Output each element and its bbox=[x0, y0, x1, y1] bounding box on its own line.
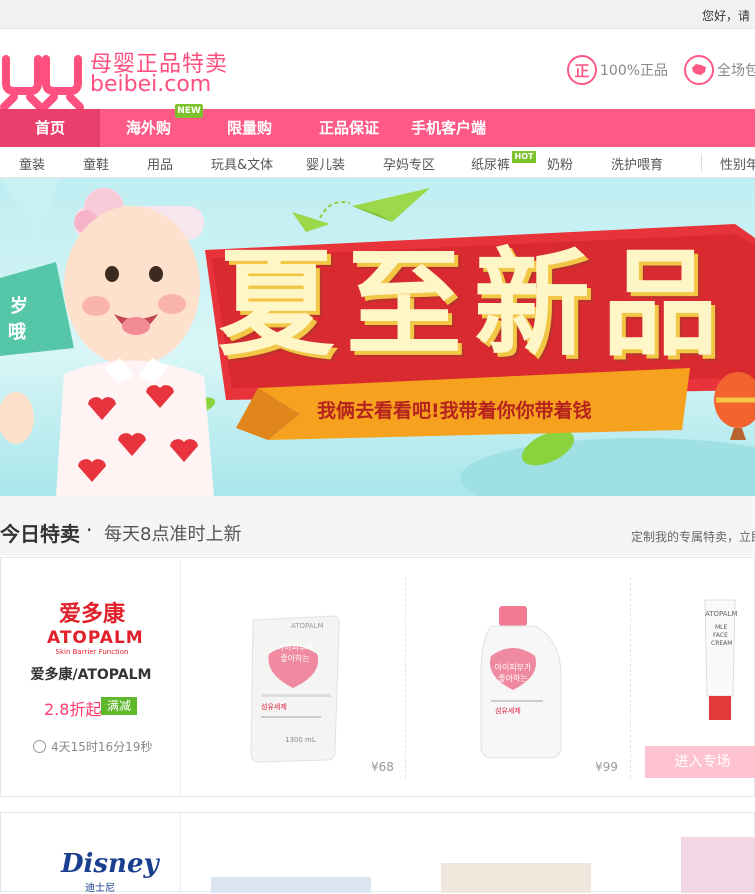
countdown: 4天15时16分19秒 bbox=[33, 738, 152, 755]
banner-side-text-2: 哦 bbox=[8, 322, 26, 343]
enter-special-button[interactable]: 进入专场 bbox=[645, 746, 755, 778]
countdown-text: 4天15时16分19秒 bbox=[51, 740, 153, 754]
todays-sale-header: 今日特卖 · 每天8点准时上新 定制我的专属特卖，立即 bbox=[0, 496, 755, 556]
shipping-badge: 全场包 bbox=[684, 55, 755, 85]
pouch-volume: 1300 mL bbox=[285, 736, 316, 744]
banner-ribbon-text: 我俩去看看吧!我带着你你带着钱 bbox=[317, 400, 592, 422]
shipping-badge-label: 全场包 bbox=[717, 63, 755, 79]
authentic-badge-label: 100%正品 bbox=[600, 63, 669, 79]
full-reduction-tag: 满减 bbox=[101, 697, 137, 715]
category-formula[interactable]: 奶粉 bbox=[547, 154, 573, 173]
bottle-label: 아이피부가 좋아하는 bbox=[494, 663, 532, 683]
brand-logo-tagline: Skin Barrier Function bbox=[55, 648, 129, 656]
nav-item-mobile-app[interactable]: 手机客户端 bbox=[411, 109, 486, 147]
new-badge: NEW bbox=[175, 104, 203, 118]
greeting-text: 您好， bbox=[702, 9, 739, 23]
product-divider bbox=[405, 578, 406, 778]
product-divider bbox=[630, 578, 631, 778]
category-care-feeding[interactable]: 洗护喂育 bbox=[611, 154, 663, 173]
todays-sale-subtitle: 每天8点准时上新 bbox=[104, 524, 242, 545]
authentic-badge: 正 100%正品 bbox=[567, 55, 668, 85]
site-header: 母婴正品特卖 beibei.com 正 100%正品 全场包 bbox=[0, 29, 755, 111]
beibei-logo-icon[interactable] bbox=[0, 45, 84, 115]
deal-card[interactable]: 爱多康 ATOPALM Skin Barrier Function 爱多康/AT… bbox=[0, 557, 755, 797]
pouch-label: 아이피부가 좋아하는 bbox=[276, 643, 314, 663]
banner-side-text-1: 岁 bbox=[10, 296, 28, 317]
china-map-icon bbox=[684, 55, 714, 85]
category-baby-clothing[interactable]: 婴儿装 bbox=[306, 154, 345, 173]
category-maternity[interactable]: 孕妈专区 bbox=[383, 154, 435, 173]
product-item[interactable]: ATOPALM 아이피부가 좋아하는 섬유세제 1300 mL ¥68 bbox=[201, 576, 411, 782]
brand-logo-en: ATOPALM bbox=[47, 628, 144, 648]
category-diapers[interactable]: 纸尿裤 bbox=[471, 154, 510, 173]
brand-logo[interactable]: 爱多康 ATOPALM Skin Barrier Function bbox=[47, 596, 144, 656]
discount-text: 2.8折起 bbox=[44, 700, 102, 719]
brand-logo-cn: 爱多康 bbox=[58, 602, 125, 627]
pouch-brand: ATOPALM bbox=[291, 622, 324, 630]
logo-domain-text: beibei.com bbox=[90, 72, 212, 97]
bottle-sublabel: 섬유세제 bbox=[495, 707, 521, 715]
product-thumb[interactable] bbox=[441, 863, 591, 893]
product-price: ¥68 bbox=[371, 760, 394, 774]
brand-column: 爱多康 ATOPALM Skin Barrier Function 爱多康/AT… bbox=[1, 558, 181, 796]
nav-item-limited[interactable]: 限量购 bbox=[227, 109, 272, 147]
category-divider bbox=[701, 154, 702, 172]
brand-name[interactable]: 爱多康/ATOPALM bbox=[1, 664, 181, 684]
refill-pouch-image bbox=[250, 615, 340, 763]
tube-line1: MLE bbox=[715, 624, 728, 631]
promo-banner[interactable]: 岁 哦 夏至新品 我俩去看看吧!我带着你你带着钱 bbox=[0, 178, 755, 496]
product-thumb[interactable] bbox=[681, 837, 755, 893]
disney-logo-sub: 迪士尼 bbox=[85, 883, 115, 894]
category-gender-age[interactable]: 性别年 bbox=[720, 154, 755, 173]
todays-sale-title: 今日特卖 bbox=[0, 522, 80, 546]
nav-item-guarantee[interactable]: 正品保证 bbox=[319, 109, 379, 147]
banner-headline: 夏至新品 bbox=[218, 237, 730, 372]
hot-badge: HOT bbox=[512, 151, 536, 163]
tube-line2: FACE bbox=[713, 632, 728, 639]
category-kids-clothing[interactable]: 童装 bbox=[19, 154, 45, 173]
category-supplies[interactable]: 用品 bbox=[147, 154, 173, 173]
clock-icon bbox=[33, 740, 46, 753]
nav-item-overseas[interactable]: 海外购 bbox=[126, 109, 171, 147]
product-price: ¥99 bbox=[595, 760, 618, 774]
deal-card[interactable]: Disney 迪士尼 bbox=[0, 812, 755, 894]
product-thumb[interactable] bbox=[211, 877, 371, 893]
nav-item-home[interactable]: 首页 bbox=[0, 109, 100, 147]
product-item[interactable]: 아이피부가 좋아하는 섬유세제 ¥99 bbox=[421, 576, 631, 782]
disney-logo[interactable]: Disney bbox=[61, 849, 159, 879]
tube-line3: CREAM bbox=[711, 640, 733, 647]
category-bar: 童装 童鞋 用品 玩具&文体 婴儿装 孕妈专区 纸尿裤 HOT 奶粉 洗护喂育 … bbox=[0, 147, 755, 178]
category-kids-shoes[interactable]: 童鞋 bbox=[83, 154, 109, 173]
login-link[interactable]: 请 bbox=[738, 7, 750, 24]
customize-sales-link[interactable]: 定制我的专属特卖，立即 bbox=[631, 528, 755, 545]
main-nav: 首页 海外购 NEW 限量购 正品保证 手机客户端 bbox=[0, 104, 755, 147]
top-bar: 您好， 请 bbox=[0, 0, 755, 29]
brand-column: Disney 迪士尼 bbox=[1, 813, 181, 894]
title-separator: · bbox=[86, 518, 93, 542]
zheng-icon: 正 bbox=[567, 55, 597, 85]
pouch-sublabel: 섬유세제 bbox=[261, 703, 287, 711]
tube-brand: ATOPALM bbox=[705, 610, 738, 618]
category-toys[interactable]: 玩具&文体 bbox=[211, 154, 273, 173]
